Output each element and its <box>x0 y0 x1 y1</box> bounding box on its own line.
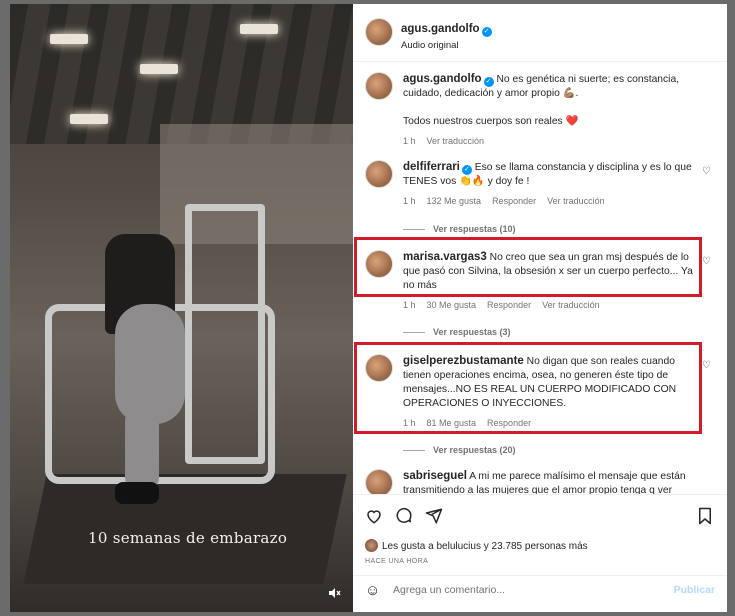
like-heart-icon[interactable]: ♡ <box>702 256 711 267</box>
post-actions: Les gusta a belulucius y 23.785 personas… <box>353 494 727 612</box>
shoe <box>115 482 159 504</box>
view-replies-button[interactable]: Ver respuestas (3) <box>403 327 511 337</box>
author-avatar[interactable] <box>365 18 393 46</box>
caption-username[interactable]: agus.gandolfo <box>403 73 482 85</box>
ceiling-light <box>50 34 88 44</box>
audio-label[interactable]: Audio original <box>401 40 492 51</box>
post-video[interactable]: 10 semanas de embarazo <box>10 4 353 612</box>
comment-input[interactable] <box>393 584 653 596</box>
caption-text-2: Todos nuestros cuerpos son reales ❤️ <box>403 116 579 127</box>
likes-text: Les gusta a belulucius y 23.785 personas… <box>382 541 588 552</box>
person-leg <box>125 404 159 494</box>
like-heart-icon[interactable]: ♡ <box>702 360 711 371</box>
emoji-icon[interactable]: ☺ <box>365 582 380 599</box>
verified-icon: ✓ <box>461 165 472 175</box>
author-avatar[interactable] <box>365 72 393 100</box>
screenshot-frame: 10 semanas de embarazo agus.gandolfo ✓ Au… <box>0 0 735 616</box>
commenter-avatar[interactable] <box>365 160 393 188</box>
comment-username[interactable]: sabriseguel <box>403 470 467 482</box>
post-panel: agus.gandolfo ✓ Audio original agus.gando… <box>353 4 727 612</box>
comment-composer: ☺ Publicar <box>353 575 727 605</box>
comment-likes[interactable]: 30 Me gusta <box>427 300 477 310</box>
ceiling-light <box>140 64 178 74</box>
likes-summary[interactable]: Les gusta a belulucius y 23.785 personas… <box>365 539 588 552</box>
post-header: agus.gandolfo ✓ Audio original <box>353 4 727 62</box>
verified-icon: ✓ <box>483 77 494 87</box>
caption-time: 1 h <box>403 136 416 146</box>
translate-link[interactable]: Ver traducción <box>542 300 600 310</box>
post-timestamp: HACE UNA HORA <box>365 558 429 565</box>
video-caption: 10 semanas de embarazo <box>88 529 288 547</box>
reply-button[interactable]: Responder <box>487 300 531 310</box>
comment-time: 1 h <box>403 300 416 310</box>
highlight-box <box>354 237 702 297</box>
ceiling-light <box>240 24 278 34</box>
comment-time: 1 h <box>403 196 416 206</box>
speaker-muted-icon[interactable] <box>323 582 345 604</box>
reply-button[interactable]: Responder <box>492 196 536 206</box>
gym-ceiling <box>10 4 353 144</box>
translate-link[interactable]: Ver traducción <box>427 136 485 146</box>
highlight-box <box>354 342 702 434</box>
publish-button[interactable]: Publicar <box>674 584 715 596</box>
like-heart-icon[interactable] <box>365 507 383 530</box>
view-replies-button[interactable]: Ver respuestas (10) <box>403 224 516 234</box>
translate-link[interactable]: Ver traducción <box>547 196 605 206</box>
comment-username[interactable]: delfiferrari <box>403 161 460 173</box>
save-bookmark-icon[interactable] <box>697 507 713 530</box>
share-icon[interactable] <box>425 507 443 530</box>
comment-likes[interactable]: 132 Me gusta <box>427 196 482 206</box>
ceiling-light <box>70 114 108 124</box>
author-username[interactable]: agus.gandolfo <box>401 23 480 35</box>
comment-icon[interactable] <box>395 507 413 530</box>
view-replies-button[interactable]: Ver respuestas (20) <box>403 445 516 455</box>
commenter-avatar[interactable] <box>365 469 393 494</box>
like-heart-icon[interactable]: ♡ <box>702 166 711 177</box>
verified-icon: ✓ <box>481 27 492 37</box>
liker-avatar <box>365 539 378 552</box>
